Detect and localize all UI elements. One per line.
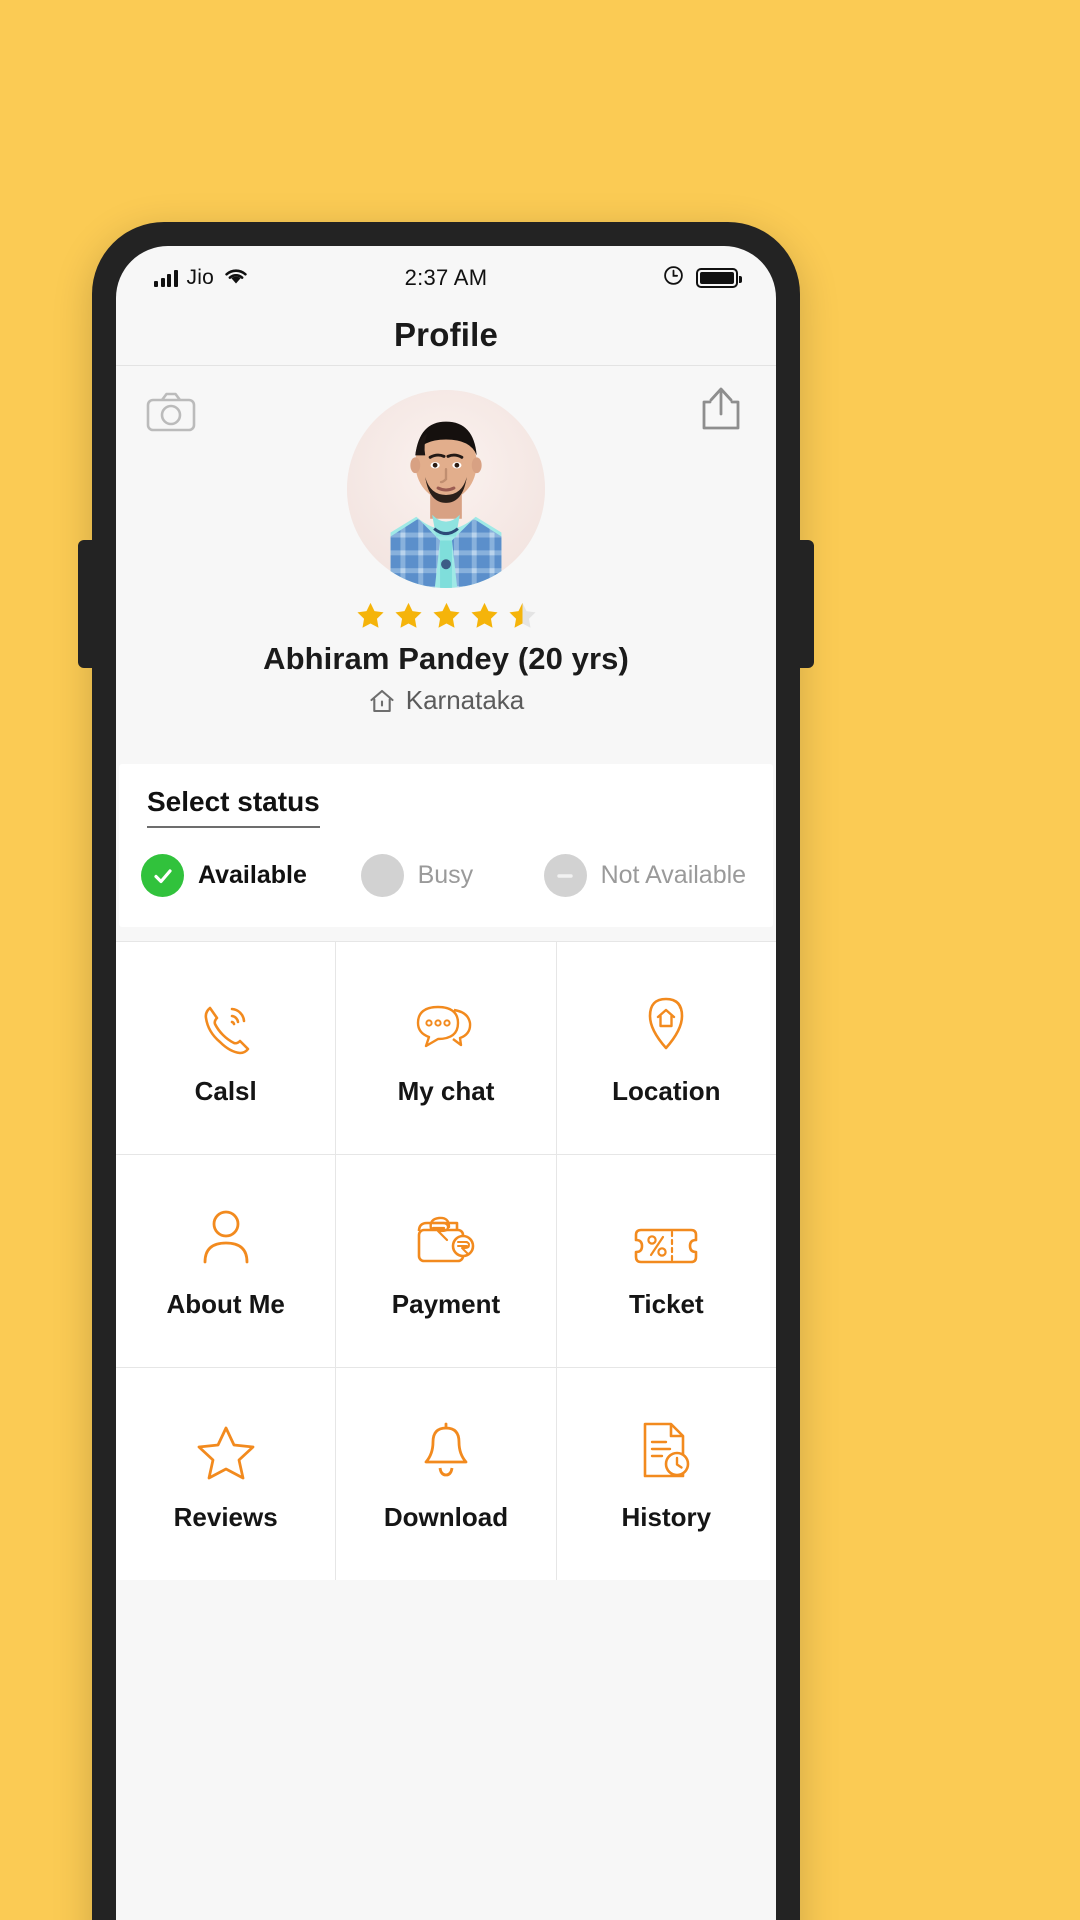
share-icon <box>702 387 740 430</box>
menu-item-my-chat[interactable]: My chat <box>336 942 556 1154</box>
share-button[interactable] <box>694 384 748 432</box>
circle-icon <box>360 854 404 897</box>
wallet-rupee-icon <box>413 1203 479 1269</box>
menu-item-location[interactable]: Location <box>556 942 776 1154</box>
menu-item-history[interactable]: History <box>556 1368 776 1580</box>
nav-bar: Profile <box>116 304 776 366</box>
status-title-wrap: Select status <box>119 786 773 828</box>
menu-item-reviews[interactable]: Reviews <box>116 1368 336 1580</box>
phone-side-button-left[interactable] <box>78 540 94 668</box>
signal-bars-icon <box>154 269 178 287</box>
status-bar-right <box>663 265 742 291</box>
alarm-icon <box>663 265 684 291</box>
star-outline-icon <box>196 1416 256 1482</box>
battery-full-icon <box>696 268 742 288</box>
status-option-label-available: Available <box>198 861 307 889</box>
menu-item-label: Download <box>383 1501 509 1532</box>
profile-photo <box>347 390 545 588</box>
profile-location: Karnataka <box>116 685 776 716</box>
bell-icon <box>417 1416 475 1482</box>
user-icon <box>198 1203 254 1269</box>
map-pin-home-icon <box>638 990 694 1056</box>
star-full-icon <box>470 602 498 628</box>
menu-grid: Calsl My chat Location About Me Payment … <box>116 941 776 1580</box>
status-options-row: Available Busy Not Available <box>119 854 773 897</box>
camera-icon <box>146 392 196 432</box>
carrier-label: Jio <box>186 266 214 289</box>
menu-item-ticket[interactable]: Ticket <box>556 1155 776 1367</box>
page-root: Jio 2:37 AM Profile Abhiram Pandey (20 y… <box>0 0 1080 1920</box>
menu-item-download[interactable]: Download <box>336 1368 556 1580</box>
profile-header: Abhiram Pandey (20 yrs) Karnataka <box>116 366 776 764</box>
menu-item-payment[interactable]: Payment <box>336 1155 556 1367</box>
star-full-icon <box>394 602 422 628</box>
status-bar: Jio 2:37 AM <box>116 246 776 304</box>
ticket-percent-icon <box>632 1203 700 1269</box>
wifi-icon <box>223 266 249 290</box>
status-option-available[interactable]: Available <box>141 854 361 897</box>
menu-item-label: Location <box>612 1075 721 1106</box>
status-option-label-not-available: Not Available <box>600 861 747 889</box>
page-title: Profile <box>393 315 499 353</box>
camera-button[interactable] <box>144 388 198 436</box>
menu-item-calls[interactable]: Calsl <box>116 942 336 1154</box>
menu-item-label: About Me <box>166 1288 285 1319</box>
check-icon <box>141 854 184 897</box>
status-option-label-busy: Busy <box>417 861 474 889</box>
star-full-icon <box>432 602 460 628</box>
status-option-busy[interactable]: Busy <box>360 854 544 897</box>
chat-bubbles-icon <box>414 990 478 1056</box>
minus-icon <box>543 854 587 897</box>
phone-screen: Jio 2:37 AM Profile Abhiram Pandey (20 y… <box>116 246 776 1920</box>
profile-location-label: Karnataka <box>405 685 525 715</box>
document-clock-icon <box>637 1416 695 1482</box>
phone-side-button-right[interactable] <box>798 540 814 668</box>
profile-name: Abhiram Pandey (20 yrs) <box>263 641 629 676</box>
status-option-not-available[interactable]: Not Available <box>543 854 751 897</box>
status-section-title: Select status <box>147 786 320 828</box>
menu-item-label: History <box>621 1501 712 1532</box>
menu-item-label: Reviews <box>173 1501 278 1532</box>
menu-item-label: Calsl <box>194 1075 257 1106</box>
menu-item-label: My chat <box>397 1075 495 1106</box>
avatar[interactable] <box>347 390 545 588</box>
rating-stars <box>116 600 776 631</box>
status-selector-card: Select status Available Busy Not Availab… <box>119 764 773 927</box>
star-full-icon <box>356 602 384 628</box>
menu-item-label: Ticket <box>628 1288 704 1319</box>
status-bar-left: Jio <box>154 266 249 290</box>
star-half-icon <box>508 602 536 628</box>
menu-item-about-me[interactable]: About Me <box>116 1155 336 1367</box>
phone-frame: Jio 2:37 AM Profile Abhiram Pandey (20 y… <box>78 222 814 1920</box>
home-icon <box>370 689 394 712</box>
phone-call-icon <box>196 990 256 1056</box>
menu-item-label: Payment <box>391 1288 501 1319</box>
